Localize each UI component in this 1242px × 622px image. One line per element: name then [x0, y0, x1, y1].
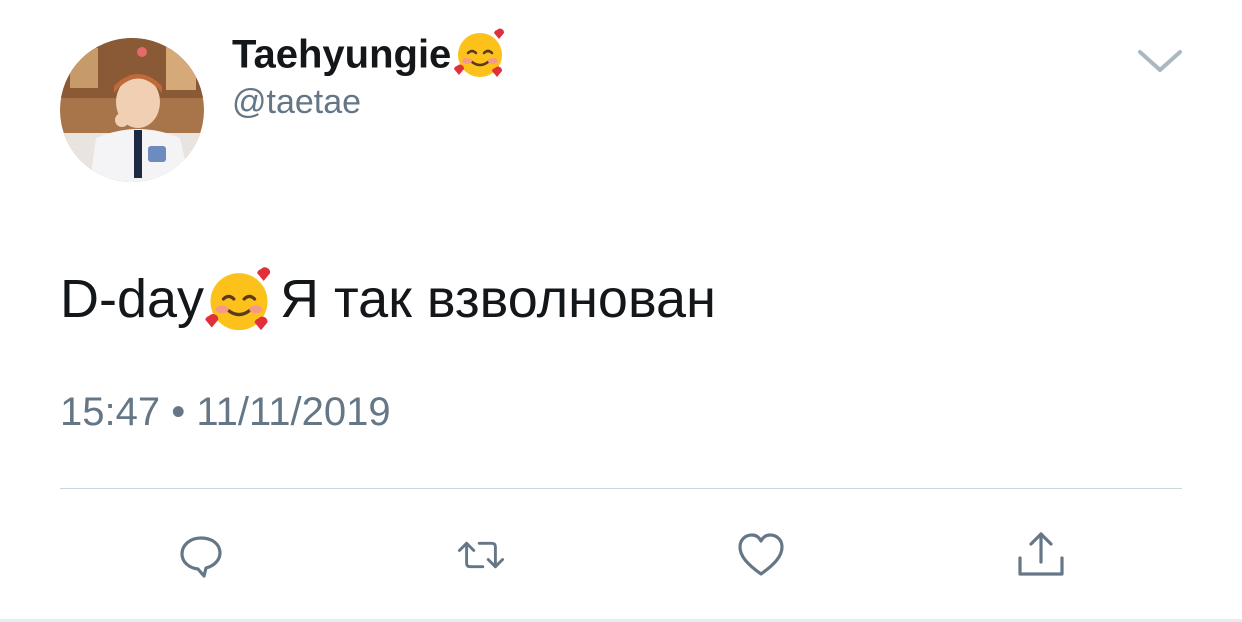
retweet-icon: [457, 541, 505, 569]
smiling-face-with-hearts-icon: [204, 264, 274, 334]
smiling-face-with-hearts-icon: [453, 26, 507, 80]
user-handle[interactable]: @taetae: [232, 82, 361, 122]
share-button[interactable]: [1014, 528, 1068, 582]
tweet-time: 15:47: [60, 390, 161, 434]
tweet-date: 11/11/2019: [196, 390, 391, 434]
avatar[interactable]: [60, 38, 204, 182]
tweet-card: Taehyungie @taetae D-day Я так взволнова…: [0, 0, 1242, 622]
heart-icon: [738, 533, 784, 576]
tweet-text-body: Я так взволнован: [280, 269, 716, 329]
meta-separator: •: [171, 390, 186, 434]
share-icon: [1018, 532, 1064, 576]
retweet-button[interactable]: [454, 528, 508, 582]
display-name[interactable]: Taehyungie: [232, 28, 507, 84]
tweet-timestamp[interactable]: 15:47 • 11/11/2019: [60, 388, 391, 436]
tweet-text-prefix: D-day: [60, 269, 205, 329]
speech-bubble-icon: [180, 536, 222, 578]
divider: [60, 488, 1182, 489]
reply-button[interactable]: [174, 528, 228, 582]
chevron-down-icon[interactable]: [1136, 46, 1184, 76]
tweet-text: D-day Я так взволнован: [60, 266, 716, 338]
like-button[interactable]: [734, 528, 788, 582]
display-name-text: Taehyungie: [232, 32, 452, 77]
